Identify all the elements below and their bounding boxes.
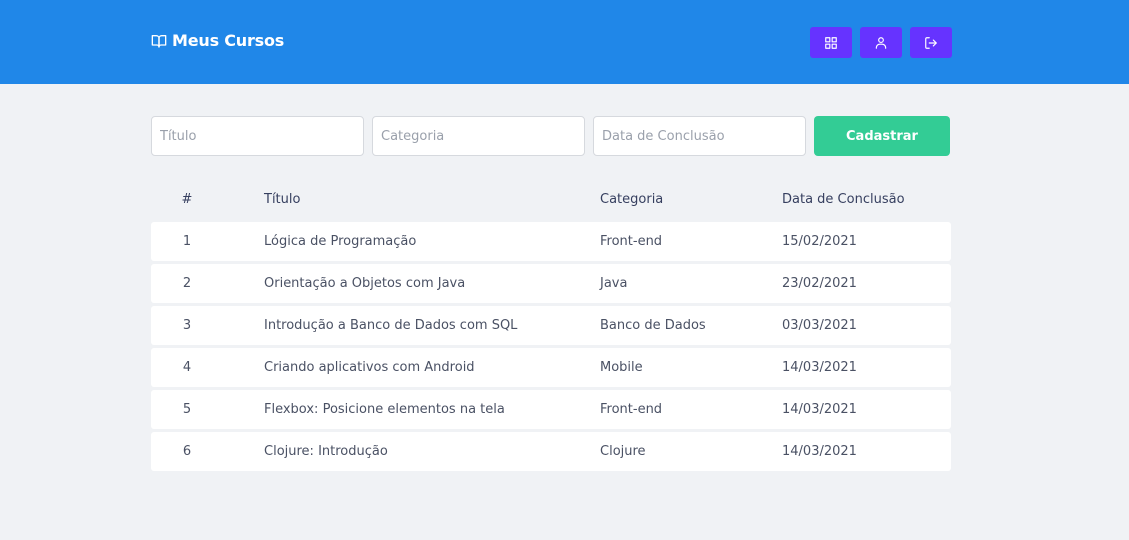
cell-title: Lógica de Programação bbox=[264, 234, 417, 249]
cell-num: 3 bbox=[182, 318, 192, 333]
submit-button[interactable]: Cadastrar bbox=[814, 116, 950, 156]
cell-category: Java bbox=[600, 276, 628, 291]
app-title: Meus Cursos bbox=[172, 31, 285, 50]
logout-button[interactable] bbox=[910, 27, 952, 58]
cell-title: Criando aplicativos com Android bbox=[264, 360, 475, 375]
category-input[interactable] bbox=[372, 116, 585, 156]
table-row: 5 Flexbox: Posicione elementos na tela F… bbox=[151, 390, 951, 429]
table-row: 6 Clojure: Introdução Clojure 14/03/2021 bbox=[151, 432, 951, 471]
cell-date: 03/03/2021 bbox=[782, 318, 857, 333]
cell-num: 4 bbox=[182, 360, 192, 375]
course-form: Cadastrar bbox=[151, 116, 950, 156]
header-category: Categoria bbox=[600, 191, 664, 207]
cell-num: 6 bbox=[182, 444, 192, 459]
title-input[interactable] bbox=[151, 116, 364, 156]
courses-table: # Título Categoria Data de Conclusão 1 L… bbox=[151, 176, 951, 474]
table-row: 1 Lógica de Programação Front-end 15/02/… bbox=[151, 222, 951, 261]
dashboard-button[interactable] bbox=[810, 27, 852, 58]
cell-category: Banco de Dados bbox=[600, 318, 706, 333]
brand: Meus Cursos bbox=[151, 31, 284, 50]
table-header: # Título Categoria Data de Conclusão bbox=[151, 176, 951, 222]
book-open-icon bbox=[151, 33, 167, 49]
cell-date: 15/02/2021 bbox=[782, 234, 857, 249]
user-icon bbox=[874, 36, 888, 50]
cell-num: 1 bbox=[182, 234, 192, 249]
cell-date: 14/03/2021 bbox=[782, 402, 857, 417]
cell-date: 14/03/2021 bbox=[782, 444, 857, 459]
cell-category: Front-end bbox=[600, 402, 663, 417]
cell-date: 23/02/2021 bbox=[782, 276, 857, 291]
cell-date: 14/03/2021 bbox=[782, 360, 857, 375]
cell-title: Introdução a Banco de Dados com SQL bbox=[264, 318, 518, 333]
table-row: 3 Introdução a Banco de Dados com SQL Ba… bbox=[151, 306, 951, 345]
cell-title: Orientação a Objetos com Java bbox=[264, 276, 466, 291]
profile-button[interactable] bbox=[860, 27, 902, 58]
cell-category: Mobile bbox=[600, 360, 643, 375]
table-row: 4 Criando aplicativos com Android Mobile… bbox=[151, 348, 951, 387]
header-date: Data de Conclusão bbox=[782, 191, 905, 207]
header-title: Título bbox=[264, 191, 301, 207]
header-actions bbox=[810, 27, 952, 58]
date-input[interactable] bbox=[593, 116, 806, 156]
cell-category: Clojure bbox=[600, 444, 646, 459]
cell-category: Front-end bbox=[600, 234, 663, 249]
grid-icon bbox=[824, 36, 838, 50]
cell-title: Flexbox: Posicione elementos na tela bbox=[264, 402, 505, 417]
header-num: # bbox=[181, 191, 193, 207]
table-row: 2 Orientação a Objetos com Java Java 23/… bbox=[151, 264, 951, 303]
logout-icon bbox=[924, 36, 938, 50]
cell-title: Clojure: Introdução bbox=[264, 444, 388, 459]
app-header: Meus Cursos bbox=[0, 0, 1129, 84]
cell-num: 2 bbox=[182, 276, 192, 291]
cell-num: 5 bbox=[182, 402, 192, 417]
